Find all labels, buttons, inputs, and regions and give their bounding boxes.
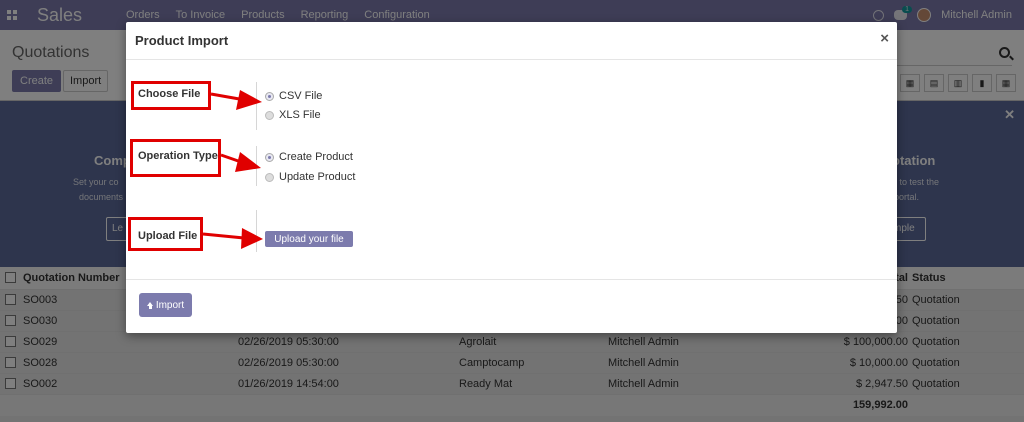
radio-create-product[interactable]: Create Product bbox=[265, 151, 353, 163]
upload-icon bbox=[146, 301, 154, 309]
radio-xls-indicator[interactable] bbox=[265, 110, 274, 120]
radio-xls-file[interactable]: XLS File bbox=[265, 109, 321, 121]
radio-create-indicator[interactable] bbox=[265, 152, 274, 162]
close-icon[interactable]: × bbox=[880, 30, 889, 47]
upload-file-button[interactable]: Upload your file bbox=[265, 231, 353, 247]
radio-csv-indicator[interactable] bbox=[265, 91, 274, 101]
field-separator bbox=[256, 210, 257, 252]
product-import-dialog: Product Import × Choose File Operation T… bbox=[126, 22, 897, 333]
import-button[interactable]: Import bbox=[139, 293, 192, 317]
radio-csv-label: CSV File bbox=[279, 90, 323, 102]
upload-file-label: Upload File bbox=[138, 230, 198, 242]
dialog-header: Product Import × bbox=[126, 22, 897, 60]
operation-type-label: Operation Type bbox=[138, 150, 218, 162]
radio-update-label: Update Product bbox=[279, 171, 356, 183]
arrow-to-upload-button bbox=[202, 228, 263, 249]
dialog-title: Product Import bbox=[135, 33, 229, 48]
arrow-to-file-type bbox=[210, 90, 262, 110]
radio-update-product[interactable]: Update Product bbox=[265, 171, 355, 183]
annotation-arrows bbox=[202, 90, 263, 249]
arrow-to-operation-type bbox=[220, 152, 261, 172]
import-button-label: Import bbox=[155, 299, 185, 311]
field-separator bbox=[256, 146, 257, 186]
radio-update-indicator[interactable] bbox=[265, 172, 274, 182]
radio-csv-file[interactable]: CSV File bbox=[265, 90, 322, 102]
dialog-footer: Import bbox=[126, 279, 897, 333]
choose-file-label: Choose File bbox=[138, 88, 201, 100]
field-separator bbox=[256, 82, 257, 130]
radio-xls-label: XLS File bbox=[279, 109, 321, 121]
radio-create-label: Create Product bbox=[279, 151, 353, 163]
